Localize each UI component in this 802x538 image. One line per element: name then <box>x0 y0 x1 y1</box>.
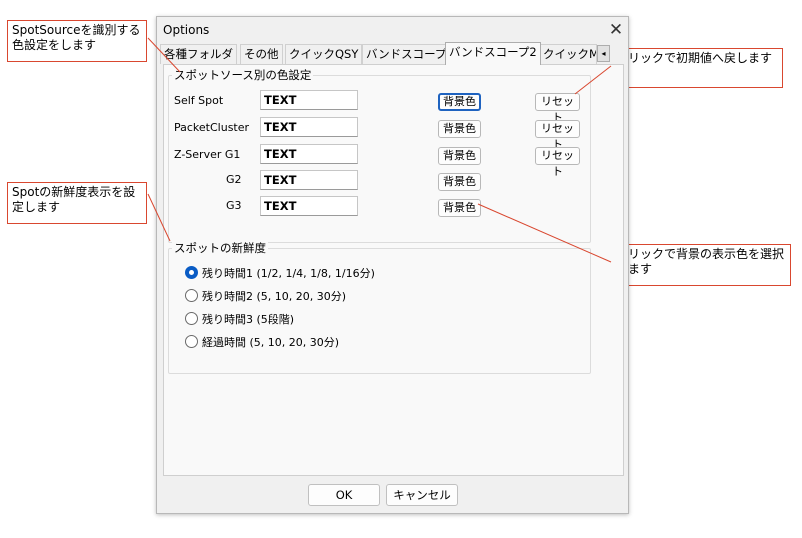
row-label-g3: G3 <box>226 199 242 212</box>
g2-text-field[interactable]: TEXT <box>260 170 358 190</box>
color-settings-title: スポットソース別の色設定 <box>172 67 314 83</box>
ok-button[interactable]: OK <box>308 484 380 506</box>
row-label-g2: G2 <box>226 173 242 186</box>
self-spot-bg-color-button[interactable]: 背景色 <box>438 93 481 111</box>
tab-scroll-left-icon[interactable]: ◂ <box>597 45 610 62</box>
options-dialog: Options ✕ 各種フォルダ その他 クイックQSY バンドスコープ バンド… <box>156 16 629 514</box>
tab-quick-me[interactable]: クイックMe <box>539 44 597 64</box>
zserver-g1-reset-button[interactable]: リセット <box>535 147 580 178</box>
zserver-g1-text-field[interactable]: TEXT <box>260 144 358 164</box>
g2-bg-color-button[interactable]: 背景色 <box>438 173 481 191</box>
row-label-self-spot: Self Spot <box>174 94 224 107</box>
freshness-option-elapsed[interactable]: 経過時間 (5, 10, 20, 30分) <box>185 334 445 350</box>
zserver-g1-bg-color-button[interactable]: 背景色 <box>438 147 481 165</box>
radio-icon[interactable] <box>185 289 198 302</box>
radio-icon[interactable] <box>185 312 198 325</box>
tab-other[interactable]: その他 <box>240 44 283 64</box>
close-icon[interactable]: ✕ <box>605 19 627 41</box>
cancel-button[interactable]: キャンセル <box>386 484 458 506</box>
radio-icon[interactable] <box>185 335 198 348</box>
tab-quick-qsy[interactable]: クイックQSY <box>285 44 363 64</box>
freshness-option-remaining2[interactable]: 残り時間2 (5, 10, 20, 30分) <box>185 288 445 304</box>
radio-label: 残り時間2 (5, 10, 20, 30分) <box>202 290 347 303</box>
annotation-freshness: Spotの新鮮度表示を設定します <box>7 182 147 224</box>
g3-bg-color-button[interactable]: 背景色 <box>438 199 481 217</box>
packetcluster-reset-button[interactable]: リセット <box>535 120 580 151</box>
radio-label: 経過時間 (5, 10, 20, 30分) <box>202 336 340 349</box>
packetcluster-text-field[interactable]: TEXT <box>260 117 358 137</box>
dialog-title: Options <box>163 23 210 37</box>
tab-panel: スポットソース別の色設定 Self Spot TEXT 背景色 リセット Pac… <box>163 64 624 476</box>
tab-bandscope2[interactable]: バンドスコープ2 <box>445 42 541 65</box>
annotation-color-setting: SpotSourceを識別する色設定をします <box>7 20 147 62</box>
packetcluster-bg-color-button[interactable]: 背景色 <box>438 120 481 138</box>
g3-text-field[interactable]: TEXT <box>260 196 358 216</box>
freshness-option-remaining1[interactable]: 残り時間1 (1/2, 1/4, 1/8, 1/16分) <box>185 265 445 281</box>
row-label-zserver-g1: Z-Server G1 <box>174 148 241 161</box>
freshness-title: スポットの新鮮度 <box>172 240 268 256</box>
radio-selected-icon[interactable] <box>185 266 198 279</box>
row-label-packetcluster: PacketCluster <box>174 121 250 134</box>
self-spot-reset-button[interactable]: リセット <box>535 93 580 124</box>
freshness-option-remaining3[interactable]: 残り時間3 (5段階) <box>185 311 445 327</box>
tab-folders[interactable]: 各種フォルダ <box>160 44 237 64</box>
tab-bandscope[interactable]: バンドスコープ <box>362 44 451 64</box>
radio-label: 残り時間1 (1/2, 1/4, 1/8, 1/16分) <box>202 267 375 280</box>
self-spot-text-field[interactable]: TEXT <box>260 90 358 110</box>
radio-label: 残り時間3 (5段階) <box>202 313 295 326</box>
annotation-reset: クリックで初期値へ戻します <box>611 48 783 88</box>
annotation-bg-color: クリックで背景の表示色を選択します <box>611 244 791 286</box>
